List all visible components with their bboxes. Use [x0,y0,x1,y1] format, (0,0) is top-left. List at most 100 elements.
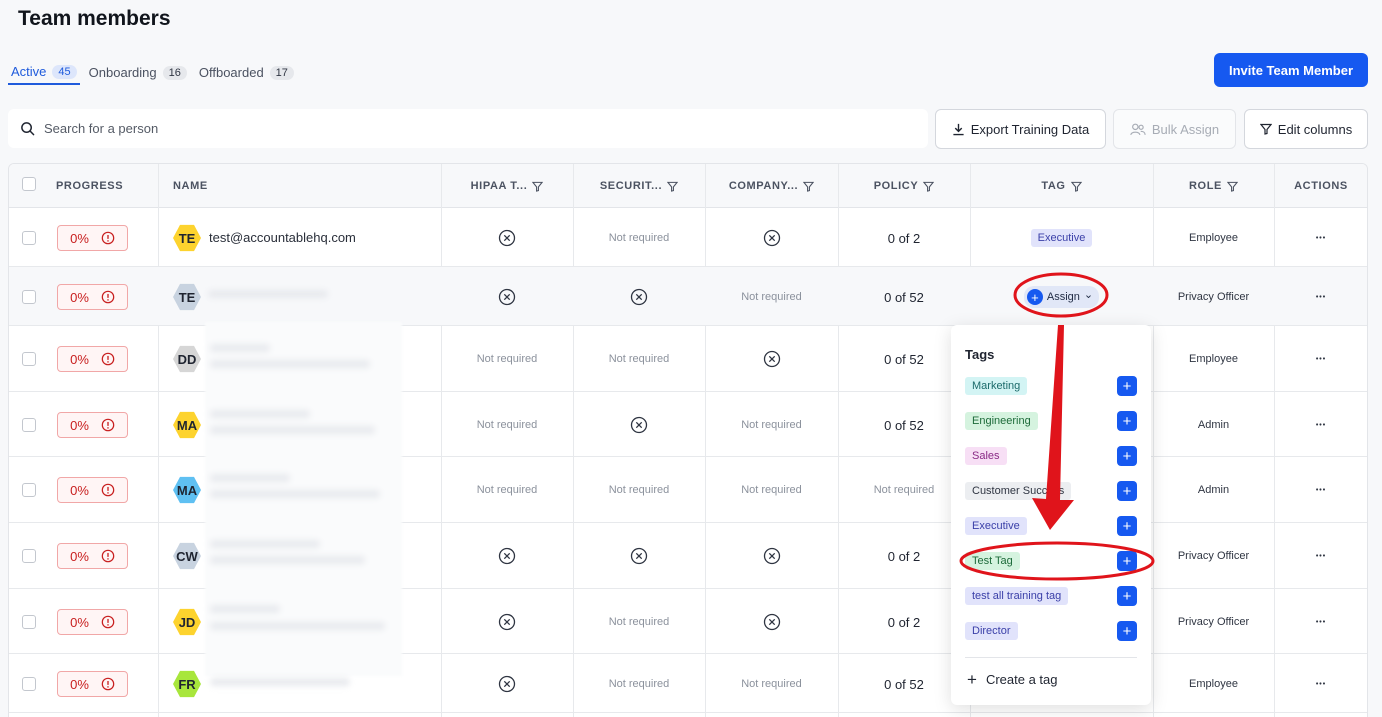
row-actions: ••• [1274,674,1367,694]
status-text: Not required [608,678,670,690]
more-actions-icon[interactable]: ••• [1316,356,1326,363]
tag-option[interactable]: Customer Success + [965,481,1137,503]
add-tag-button[interactable]: + [1117,446,1137,466]
col-progress-header: PROGRESS [56,164,156,208]
tag-badge[interactable]: Executive [1030,229,1093,247]
more-actions-icon[interactable]: ••• [1316,619,1326,626]
tag-option[interactable]: Director + [965,621,1137,643]
invite-team-member-button[interactable]: Invite Team Member [1214,53,1368,87]
add-tag-button[interactable]: + [1117,551,1137,571]
tag-option[interactable]: Sales + [965,446,1137,468]
export-label: Export Training Data [970,121,1090,137]
status-text: Not required [873,484,935,496]
security-status: Not required [573,612,705,632]
col-company-header[interactable]: COMPANY... [705,164,838,208]
progress-badge: 0% [57,477,128,503]
status-text: 0 of 52 [884,351,924,367]
member-name[interactable]: test@accountablehq.com [209,230,356,245]
filter-icon[interactable] [667,181,679,192]
add-tag-button[interactable]: + [1117,411,1137,431]
table-row[interactable]: 0% TE test@accountablehq.com Not required 0 … [9,208,1367,267]
tag-option[interactable]: Executive + [965,516,1137,538]
filter-icon[interactable] [1226,181,1238,192]
more-actions-icon[interactable]: ••• [1316,681,1326,688]
tab-onboarding[interactable]: Onboarding 16 [86,60,190,85]
col-security-header[interactable]: SECURIT... [573,164,705,208]
edit-columns-button[interactable]: Edit columns [1244,109,1368,149]
tag-option[interactable]: test all training tag + [965,586,1137,608]
tag-dropdown: Tags Marketing + Engineering + Sales + Custome… [951,325,1151,705]
assign-tag-button[interactable]: + Assign ⌄ [1023,286,1100,308]
role-cell: Privacy Officer [1153,546,1274,566]
filter-icon[interactable] [532,181,544,192]
hipaa-status [441,228,573,248]
tag-option-label: Customer Success [965,482,1072,500]
tag-option[interactable]: Marketing + [965,376,1137,398]
tab-offboarded[interactable]: Offboarded 17 [196,60,297,85]
add-tag-button[interactable]: + [1117,621,1137,641]
security-status [573,287,705,307]
not-started-icon [763,350,780,368]
more-actions-icon[interactable]: ••• [1316,422,1326,429]
not-started-icon [498,613,516,631]
row-checkbox[interactable] [22,231,36,245]
tab-label: Active [11,64,47,79]
filter-icon[interactable] [803,181,815,192]
more-actions-icon[interactable]: ••• [1316,294,1326,301]
add-tag-button[interactable]: + [1117,481,1137,501]
search-input[interactable] [44,121,844,136]
status-text: Not required [741,678,802,690]
plus-icon: + [1026,289,1043,305]
more-actions-icon[interactable]: ••• [1316,553,1326,560]
bulk-assign-button[interactable]: Bulk Assign [1113,109,1236,149]
tab-active[interactable]: Active 45 [8,60,80,85]
progress-value: 0% [70,548,89,564]
role-text: Privacy Officer [1177,291,1250,303]
select-all-checkbox[interactable] [22,177,36,191]
divider [965,657,1137,658]
add-tag-button[interactable]: + [1117,586,1137,606]
not-started-icon [630,288,648,306]
hipaa-status [441,674,573,694]
row-checkbox[interactable] [22,418,36,432]
users-icon [1130,123,1146,135]
more-actions-icon[interactable]: ••• [1316,487,1326,494]
add-tag-button[interactable]: + [1117,516,1137,536]
not-started-icon [498,547,516,565]
tag-option-label: test all training tag [965,587,1069,605]
progress-badge: 0% [57,284,128,310]
col-hipaa-header[interactable]: HIPAA T... [441,164,573,208]
status-text: 0 of 2 [887,230,921,246]
company-status [705,228,838,248]
progress-badge: 0% [57,671,128,697]
role-text: Admin [1197,419,1230,431]
add-tag-button[interactable]: + [1117,376,1137,396]
col-tag-header[interactable]: TAG [970,164,1153,208]
alert-icon [101,615,115,629]
row-checkbox[interactable] [22,483,36,497]
row-checkbox[interactable] [22,677,36,691]
tag-option-label: Executive [965,517,1027,535]
more-actions-icon[interactable]: ••• [1316,235,1326,242]
row-checkbox[interactable] [22,290,36,304]
col-role-header[interactable]: ROLE [1153,164,1274,208]
not-started-icon [630,547,648,565]
tag-option[interactable]: Engineering + [965,411,1137,433]
tag-option-label: Director [965,622,1018,640]
export-training-data-button[interactable]: Export Training Data [935,109,1106,149]
row-checkbox[interactable] [22,615,36,629]
row-actions: ••• [1274,546,1367,566]
row-checkbox[interactable] [22,549,36,563]
row-actions: ••• [1274,612,1367,632]
status-text: 0 of 52 [884,289,924,305]
create-tag-button[interactable]: + Create a tag [967,671,1057,688]
row-actions: ••• [1274,415,1367,435]
alert-icon [101,677,115,691]
row-checkbox[interactable] [22,352,36,366]
filter-icon[interactable] [923,181,935,192]
progress-badge: 0% [57,609,128,635]
filter-icon[interactable] [1070,181,1082,192]
status-text: Not required [741,291,802,303]
col-policy-header[interactable]: POLICY [838,164,970,208]
tag-option[interactable]: Test Tag + [965,551,1137,573]
